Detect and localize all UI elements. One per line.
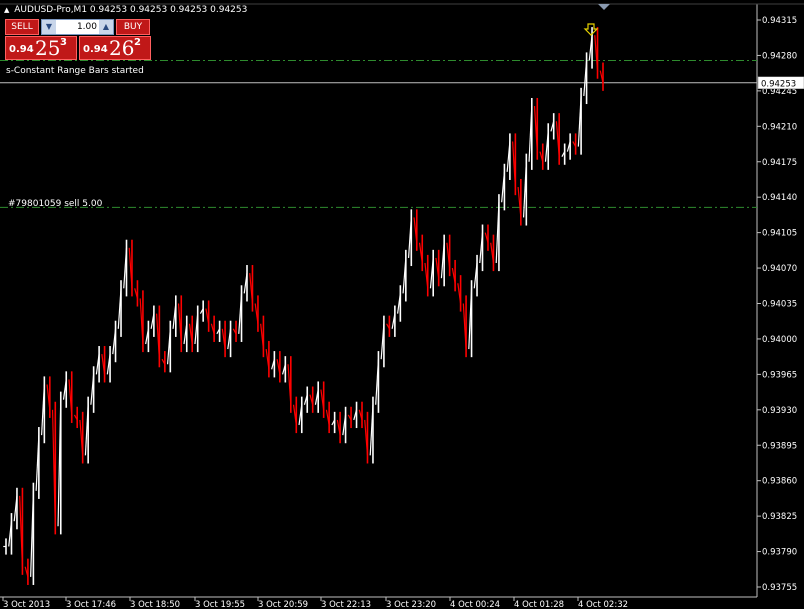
- y-tick-label: 0.94210: [762, 122, 797, 132]
- x-tick-label: 3 Oct 18:50: [130, 600, 180, 609]
- time-axis: 3 Oct 2013 3 Oct 17:46 3 Oct 18:50 3 Oct 19…: [2, 597, 628, 609]
- y-tick-label: 0.93825: [762, 512, 797, 522]
- y-tick-label: 0.94070: [762, 264, 797, 274]
- lot-size-field[interactable]: ▼ 1.00 ▲: [41, 19, 114, 35]
- x-tick-label: 4 Oct 01:28: [514, 600, 564, 609]
- sell-arrow-icon: [583, 23, 599, 36]
- sell-price-fraction: 3: [60, 37, 67, 48]
- y-tick-label: 0.93930: [762, 406, 797, 416]
- y-tick-label: 0.93790: [762, 548, 797, 558]
- x-tick-label: 3 Oct 20:59: [258, 600, 308, 609]
- y-tick-label: 0.94175: [762, 158, 797, 168]
- chart-shift-marker-icon: [598, 4, 610, 10]
- x-tick-label: 3 Oct 17:46: [66, 600, 116, 609]
- chart-title: ▲ AUDUSD-Pro,M1 0.94253 0.94253 0.94253 …: [4, 5, 247, 15]
- x-tick-label: 4 Oct 00:24: [450, 600, 500, 609]
- price-axis: 0.943150.942800.942450.942100.941750.941…: [757, 16, 804, 593]
- buy-button[interactable]: BUY: [116, 19, 150, 35]
- y-tick-label: 0.94105: [762, 229, 797, 239]
- collapse-triangle-icon[interactable]: ▲: [4, 6, 9, 14]
- sell-price-pips: 25: [35, 36, 61, 60]
- sell-price-prefix: 0.94: [9, 44, 34, 55]
- x-tick-label: 3 Oct 23:20: [386, 600, 436, 609]
- price-chart[interactable]: 0.943150.942800.942450.942100.941750.941…: [0, 0, 804, 609]
- x-tick-label: 4 Oct 02:32: [578, 600, 628, 609]
- sell-button[interactable]: SELL: [5, 19, 39, 35]
- buy-price[interactable]: 0.94 26 2: [79, 36, 151, 60]
- y-tick-label: 0.93895: [762, 441, 797, 451]
- symbol-info: AUDUSD-Pro,M1 0.94253 0.94253 0.94253 0.…: [14, 5, 248, 15]
- lot-decrease-icon[interactable]: ▼: [42, 20, 56, 34]
- price-series: [3, 27, 604, 585]
- one-click-trading-panel: SELL ▼ 1.00 ▲ BUY 0.94 25 3 0.94 26 2: [5, 19, 151, 61]
- y-tick-label: 0.93860: [762, 477, 797, 487]
- current-price-label: 0.94253: [761, 79, 796, 89]
- y-tick-label: 0.94035: [762, 300, 797, 310]
- sell-price[interactable]: 0.94 25 3: [5, 36, 77, 60]
- y-tick-label: 0.94280: [762, 51, 797, 61]
- y-tick-label: 0.94000: [762, 335, 797, 345]
- buy-price-fraction: 2: [134, 37, 141, 48]
- y-tick-label: 0.93755: [762, 583, 797, 593]
- y-tick-label: 0.94140: [762, 193, 797, 203]
- indicator-status-message: s-Constant Range Bars started: [6, 66, 144, 76]
- lot-increase-icon[interactable]: ▲: [99, 20, 113, 34]
- x-tick-label: 3 Oct 19:55: [195, 600, 245, 609]
- lot-size-value[interactable]: 1.00: [58, 20, 97, 34]
- order-line-label: #79801059 sell 5.00: [8, 199, 103, 209]
- x-tick-label: 3 Oct 22:13: [321, 600, 371, 609]
- y-tick-label: 0.94315: [762, 16, 797, 26]
- buy-price-prefix: 0.94: [83, 44, 108, 55]
- buy-price-pips: 26: [109, 36, 135, 60]
- y-tick-label: 0.93965: [762, 370, 797, 380]
- x-tick-label: 3 Oct 2013: [3, 600, 50, 609]
